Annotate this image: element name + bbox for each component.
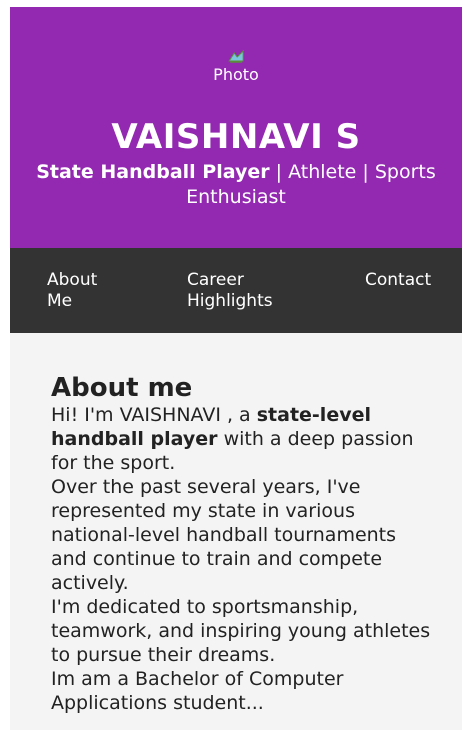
page-frame: Photo VAISHNAVI S State Handball Player … [10,7,462,730]
page-title: VAISHNAVI S [111,117,361,157]
intro-prefix: Hi! I'm VAISHNAVI , a [51,404,257,426]
nav-link-about[interactable]: About Me [47,270,127,312]
profile-header: Photo VAISHNAVI S State Handball Player … [10,7,462,248]
nav-link-career-highlights[interactable]: Career Highlights [187,270,297,312]
about-paragraph-4: Im am a Bachelor of Computer Application… [51,668,344,714]
broken-image-icon [228,49,244,63]
section-heading: About me [51,373,193,403]
about-paragraph-2: Over the past several years, I've repres… [51,476,397,594]
about-intro: Hi! I'm VAISHNAVI , a state-level handba… [51,403,432,475]
profile-photo: Photo [213,49,259,84]
photo-alt-text: Photo [213,65,259,84]
main-nav: About Me Career Highlights Contact [10,248,462,333]
tagline-role: State Handball Player [36,161,270,183]
nav-link-contact[interactable]: Contact [365,270,455,291]
about-section: About me Hi! I'm VAISHNAVI , a state-lev… [10,333,462,715]
about-paragraph-3: I'm dedicated to sportsmanship, teamwork… [51,596,431,666]
tagline: State Handball Player | Athlete | Sports… [30,160,442,210]
